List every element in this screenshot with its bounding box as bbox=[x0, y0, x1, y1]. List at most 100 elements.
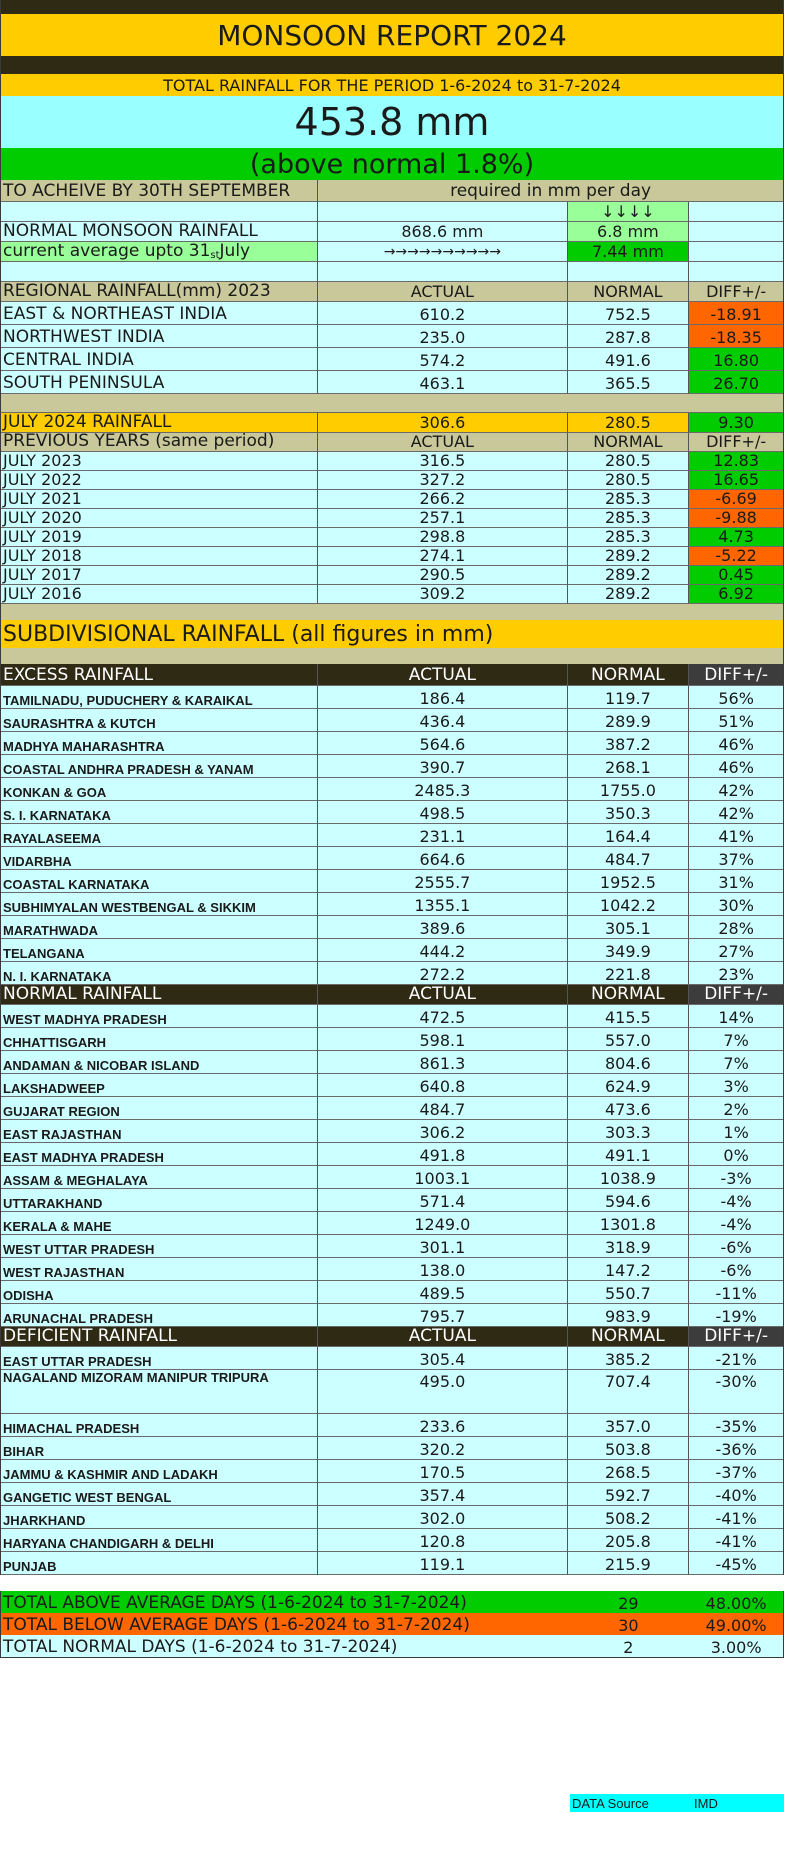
normal-header-label: NORMAL RAINFALL bbox=[1, 985, 319, 1005]
july-2024-normal: 280.5 bbox=[567, 413, 690, 433]
previous-header-normal: NORMAL bbox=[567, 433, 690, 452]
normal-region-name: WEST MADHYA PRADESH bbox=[1, 1005, 319, 1028]
excess-actual: 1355.1 bbox=[318, 893, 568, 916]
normal-region-diff: -6% bbox=[689, 1235, 783, 1258]
normal-region-row: WEST MADHYA PRADESH 472.5 415.5 14% bbox=[0, 1005, 784, 1028]
excess-actual: 390.7 bbox=[318, 755, 568, 778]
regional-name: CENTRAL INDIA bbox=[1, 348, 319, 371]
deficient-diff: -35% bbox=[689, 1414, 783, 1437]
excess-row: SUBHIMYALAN WESTBENGAL & SIKKIM 1355.1 104… bbox=[0, 893, 784, 916]
normal-region-row: ASSAM & MEGHALAYA 1003.1 1038.9 -3% bbox=[0, 1166, 784, 1189]
normal-region-actual: 489.5 bbox=[318, 1281, 568, 1304]
totals-pct: 3.00% bbox=[710, 1638, 762, 1657]
excess-diff: 46% bbox=[689, 732, 783, 755]
july-2024-label: JULY 2024 RAINFALL bbox=[1, 413, 319, 433]
regional-diff: 16.80 bbox=[689, 348, 783, 371]
excess-diff: 51% bbox=[689, 709, 783, 732]
normal-region-diff: 7% bbox=[689, 1051, 783, 1074]
deficient-name: PUNJAB bbox=[1, 1552, 319, 1575]
excess-normal: 1952.5 bbox=[567, 870, 690, 893]
totals-label: TOTAL NORMAL DAYS (1-6-2024 to 31-7-2024… bbox=[3, 1637, 398, 1657]
regional-row: SOUTH PENINSULA 463.1 365.5 26.70 bbox=[0, 371, 784, 394]
july-2024-diff: 9.30 bbox=[689, 413, 783, 433]
gap-row-4 bbox=[0, 1575, 784, 1591]
excess-actual: 389.6 bbox=[318, 916, 568, 939]
deficient-actual: 320.2 bbox=[318, 1437, 568, 1460]
current-label-pre: current average upto 31 bbox=[3, 242, 211, 261]
normal-rows: WEST MADHYA PRADESH 472.5 415.5 14% CHHATTIS… bbox=[0, 1005, 784, 1327]
excess-actual: 2555.7 bbox=[318, 870, 568, 893]
normal-region-diff: 14% bbox=[689, 1005, 783, 1028]
deficient-diff: -36% bbox=[689, 1437, 783, 1460]
normal-region-diff: -4% bbox=[689, 1212, 783, 1235]
excess-diff: 42% bbox=[689, 801, 783, 824]
normal-region-name: EAST RAJASTHAN bbox=[1, 1120, 319, 1143]
normal-region-diff: -3% bbox=[689, 1166, 783, 1189]
normal-region-row: UTTARAKHAND 571.4 594.6 -4% bbox=[0, 1189, 784, 1212]
previous-name: JULY 2016 bbox=[1, 585, 319, 604]
excess-row: KONKAN & GOA 2485.3 1755.0 42% bbox=[0, 778, 784, 801]
excess-actual: 436.4 bbox=[318, 709, 568, 732]
regional-header-row: REGIONAL RAINFALL(mm) 2023 ACTUAL NORMAL… bbox=[0, 282, 784, 302]
monsoon-report-sheet: MONSOON REPORT 2024 TOTAL RAINFALL FOR T… bbox=[0, 0, 784, 1812]
normal-region-actual: 795.7 bbox=[318, 1304, 568, 1327]
current-label-post: July bbox=[219, 242, 251, 261]
normal-region-normal: 983.9 bbox=[567, 1304, 690, 1327]
previous-name: JULY 2021 bbox=[1, 490, 319, 509]
normal-region-actual: 472.5 bbox=[318, 1005, 568, 1028]
down-arrows: ↓↓↓↓ bbox=[567, 202, 690, 222]
normal-monsoon-label: NORMAL MONSOON RAINFALL bbox=[1, 222, 319, 242]
excess-normal: 350.3 bbox=[567, 801, 690, 824]
normal-region-normal: 318.9 bbox=[567, 1235, 690, 1258]
regional-row: EAST & NORTHEAST INDIA 610.2 752.5 -18.91 bbox=[0, 302, 784, 325]
deficient-actual: 302.0 bbox=[318, 1506, 568, 1529]
normal-per-day: 6.8 mm bbox=[567, 222, 690, 242]
previous-row: JULY 2016 309.2 289.2 6.92 bbox=[0, 585, 784, 604]
normal-monsoon-row: NORMAL MONSOON RAINFALL 868.6 mm 6.8 mm bbox=[0, 222, 784, 242]
deficient-rows: EAST UTTAR PRADESH 305.4 385.2 -21% NAGALAND… bbox=[0, 1347, 784, 1575]
excess-actual: 498.5 bbox=[318, 801, 568, 824]
regional-diff: 26.70 bbox=[689, 371, 783, 394]
excess-header-normal: NORMAL bbox=[567, 664, 690, 686]
normal-header-diff: DIFF+/- bbox=[689, 985, 783, 1005]
current-label-sup: st bbox=[210, 250, 220, 261]
normal-region-actual: 301.1 bbox=[318, 1235, 568, 1258]
previous-normal: 280.5 bbox=[567, 471, 690, 490]
period-label: TOTAL RAINFALL FOR THE PERIOD 1-6-2024 t… bbox=[163, 75, 621, 95]
excess-normal: 484.7 bbox=[567, 847, 690, 870]
excess-normal: 1755.0 bbox=[567, 778, 690, 801]
normal-region-row: EAST RAJASTHAN 306.2 303.3 1% bbox=[0, 1120, 784, 1143]
normal-monsoon-value: 868.6 mm bbox=[318, 222, 568, 242]
excess-row: N. I. KARNATAKA 272.2 221.8 23% bbox=[0, 962, 784, 985]
normal-region-normal: 415.5 bbox=[567, 1005, 690, 1028]
report-title: MONSOON REPORT 2024 bbox=[217, 18, 567, 52]
deficient-diff: -21% bbox=[689, 1347, 783, 1370]
totals-row: TOTAL NORMAL DAYS (1-6-2024 to 31-7-2024… bbox=[0, 1635, 784, 1657]
deficient-header-normal: NORMAL bbox=[567, 1327, 690, 1347]
deficient-normal: 508.2 bbox=[567, 1506, 690, 1529]
normal-region-name: EAST MADHYA PRADESH bbox=[1, 1143, 319, 1166]
current-average-row: current average upto 31st July →→→→→→→→→… bbox=[0, 242, 784, 262]
previous-header-label: PREVIOUS YEARS (same period) bbox=[1, 433, 319, 452]
previous-actual: 266.2 bbox=[318, 490, 568, 509]
deficient-name: GANGETIC WEST BENGAL bbox=[1, 1483, 319, 1506]
excess-diff: 46% bbox=[689, 755, 783, 778]
excess-name: SAURASHTRA & KUTCH bbox=[1, 709, 319, 732]
deficient-name: NAGALAND MIZORAM MANIPUR TRIPURA bbox=[1, 1370, 319, 1414]
totals-row: TOTAL BELOW AVERAGE DAYS (1-6-2024 to 31… bbox=[0, 1613, 784, 1635]
excess-name: VIDARBHA bbox=[1, 847, 319, 870]
regional-header-diff: DIFF+/- bbox=[689, 282, 783, 302]
regional-actual: 463.1 bbox=[318, 371, 568, 394]
previous-actual: 309.2 bbox=[318, 585, 568, 604]
excess-diff: 31% bbox=[689, 870, 783, 893]
spacer-row bbox=[0, 262, 784, 282]
normal-region-name: CHHATTISGARH bbox=[1, 1028, 319, 1051]
deficient-header-row: DEFICIENT RAINFALL ACTUAL NORMAL DIFF+/- bbox=[0, 1327, 784, 1347]
excess-normal: 221.8 bbox=[567, 962, 690, 985]
excess-diff: 23% bbox=[689, 962, 783, 985]
excess-name: TAMILNADU, PUDUCHERY & KARAIKAL bbox=[1, 686, 319, 709]
previous-normal: 289.2 bbox=[567, 585, 690, 604]
deficient-header-label: DEFICIENT RAINFALL bbox=[1, 1327, 319, 1347]
regional-actual: 610.2 bbox=[318, 302, 568, 325]
deficient-row: JHARKHAND 302.0 508.2 -41% bbox=[0, 1506, 784, 1529]
